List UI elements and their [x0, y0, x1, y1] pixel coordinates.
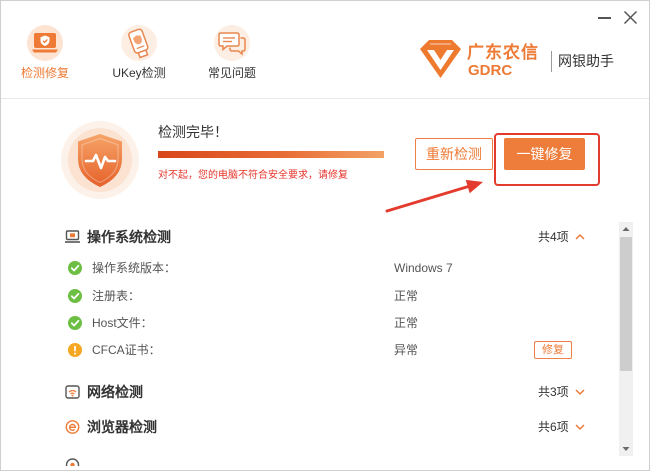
item-value: 正常: [394, 316, 419, 330]
section-network-header[interactable]: 网络检测 共3项: [0, 382, 618, 402]
faq-chat-icon: [214, 25, 250, 61]
minimize-icon: [598, 17, 611, 19]
scroll-up-arrow-icon: [622, 227, 630, 231]
check-list: 操作系统检测 共4项 操作系统版本： Windows 7 注册表： 正常 Hos…: [0, 215, 618, 466]
list-item: CFCA证书： 异常 修复: [0, 341, 618, 359]
warning-circle-icon: [68, 343, 82, 357]
close-icon: [623, 10, 638, 25]
scroll-down-button[interactable]: [619, 442, 633, 456]
scroll-thumb[interactable]: [620, 237, 632, 371]
item-label: Host文件：: [92, 316, 153, 330]
check-circle-icon: [68, 289, 82, 303]
section-title: 网络检测: [87, 384, 143, 400]
chevron-icon[interactable]: [575, 387, 585, 397]
header-divider: [0, 98, 650, 99]
tab-ukey-check[interactable]: UKey检测: [99, 20, 179, 86]
browser-icon: [65, 420, 80, 434]
section-partial-header[interactable]: [0, 455, 618, 466]
status-title: 检测完毕！: [158, 124, 228, 140]
tab-scan-repair[interactable]: 检测修复: [5, 20, 85, 86]
brand-name-cn: 广东农信: [467, 43, 539, 62]
check-circle-icon: [68, 261, 82, 275]
tab-label: 常见问题: [207, 66, 256, 80]
status-message: 对不起，您的电脑不符合安全要求，请修复: [158, 170, 348, 181]
section-title: 浏览器检测: [87, 419, 157, 435]
scroll-up-button[interactable]: [619, 222, 633, 236]
shield-monitor-icon: [27, 25, 63, 61]
computer-icon: [65, 230, 80, 243]
section-title: 操作系统检测: [87, 229, 171, 245]
section-browser-header[interactable]: 浏览器检测 共6项: [0, 417, 618, 437]
chevron-icon[interactable]: [575, 422, 585, 432]
list-item: 操作系统版本： Windows 7: [0, 259, 618, 277]
close-button[interactable]: [621, 8, 640, 27]
scroll-down-arrow-icon: [622, 447, 630, 451]
minimize-button[interactable]: [596, 8, 614, 28]
tab-faq[interactable]: 常见问题: [192, 20, 272, 86]
item-value: 正常: [394, 289, 419, 303]
item-label: CFCA证书：: [92, 343, 161, 357]
progress-fill: [158, 151, 384, 158]
brand-name-en: GDRC: [468, 62, 513, 79]
product-name: 网银助手: [558, 53, 614, 69]
brand-separator: [551, 51, 552, 72]
shield-heartbeat-icon: [61, 121, 139, 199]
section-count: 共3项: [538, 385, 569, 399]
progress-bar: [158, 151, 384, 158]
network-icon: [65, 385, 80, 399]
tab-label: UKey检测: [112, 66, 166, 80]
list-item: Host文件： 正常: [0, 314, 618, 332]
rescan-button[interactable]: 重新检测: [415, 138, 493, 170]
list-item: 注册表： 正常: [0, 287, 618, 305]
fix-cfca-button[interactable]: 修复: [534, 341, 572, 359]
section-count: 共6项: [538, 420, 569, 434]
section-os-header[interactable]: 操作系统检测 共4项: [0, 227, 618, 247]
item-value: Windows 7: [394, 261, 453, 275]
tab-label: 检测修复: [20, 66, 69, 80]
item-value: 异常: [394, 343, 419, 357]
gdrc-logo-icon: [420, 40, 461, 78]
plugin-icon: [65, 458, 80, 466]
item-label: 操作系统版本：: [92, 261, 177, 275]
annotation-arrow-icon: [385, 179, 483, 213]
ukey-icon: [121, 25, 157, 61]
check-circle-icon: [68, 316, 82, 330]
chevron-icon[interactable]: [575, 232, 585, 242]
scrollbar[interactable]: [619, 222, 633, 456]
repair-all-button[interactable]: 一键修复: [504, 138, 585, 170]
item-label: 注册表：: [92, 289, 141, 303]
section-count: 共4项: [538, 230, 569, 244]
